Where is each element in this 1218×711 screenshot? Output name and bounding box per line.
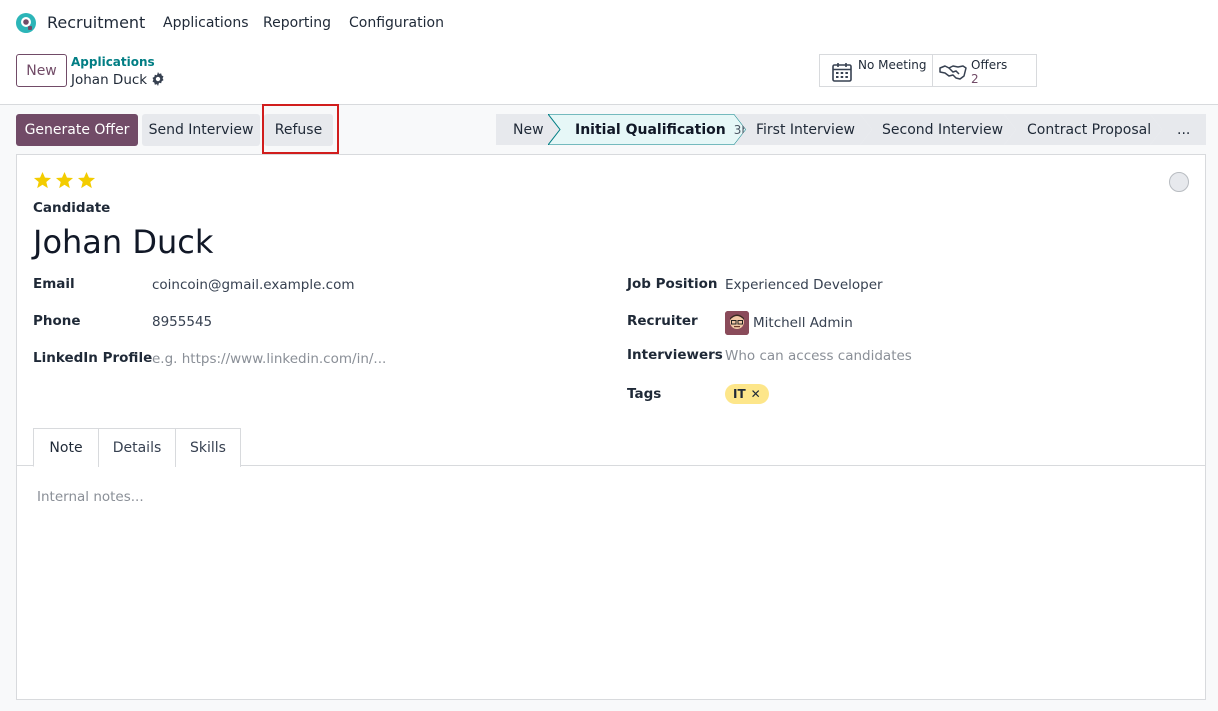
calendar-icon (832, 63, 852, 82)
star-icon[interactable] (77, 171, 96, 190)
stage-more[interactable]: ... (1150, 114, 1206, 145)
job-position-label: Job Position (627, 276, 718, 292)
form-sheet: Candidate Johan Duck Email coincoin@gmai… (16, 154, 1206, 700)
meeting-label: No Meeting (858, 58, 927, 72)
tag-it[interactable]: IT ✕ (725, 384, 769, 404)
phone-label: Phone (33, 313, 81, 329)
interviewers-field[interactable]: Who can access candidates (725, 348, 912, 364)
menu-reporting[interactable]: Reporting (263, 15, 331, 31)
interviewers-label: Interviewers (627, 347, 723, 363)
breadcrumb-applications[interactable]: Applications (71, 55, 155, 69)
offers-smart-button[interactable]: Offers 2 (932, 54, 1037, 87)
tags-label: Tags (627, 386, 662, 402)
new-button[interactable]: New (16, 54, 67, 87)
recruiter-field[interactable]: Mitchell Admin (753, 315, 853, 331)
offers-label: Offers (971, 58, 1008, 72)
tab-details[interactable]: Details (98, 428, 176, 467)
send-interview-button[interactable]: Send Interview (142, 114, 260, 146)
star-icon[interactable] (33, 171, 52, 190)
breadcrumb-current: Johan Duck (71, 72, 148, 88)
notebook-tabs: Note Details Skills (17, 428, 1205, 467)
offers-count: 2 (971, 72, 979, 86)
phone-field[interactable]: 8955545 (152, 314, 212, 330)
stage-first-interview[interactable]: First Interview (734, 114, 874, 145)
star-icon[interactable] (55, 171, 74, 190)
email-field[interactable]: coincoin@gmail.example.com (152, 277, 355, 293)
candidate-name[interactable]: Johan Duck (33, 223, 213, 261)
avatar (725, 311, 749, 335)
linkedin-label: LinkedIn Profile (33, 350, 153, 366)
candidate-label: Candidate (33, 200, 111, 216)
control-panel: New Applications Johan Duck No Meeting O… (0, 46, 1218, 105)
refuse-highlight-box (262, 104, 339, 154)
recruitment-logo-icon[interactable] (15, 12, 37, 34)
stage-contract-proposal[interactable]: Contract Proposal (1004, 114, 1164, 145)
stage-second-interview[interactable]: Second Interview (860, 114, 1018, 145)
gear-icon[interactable] (151, 72, 165, 86)
tab-skills[interactable]: Skills (175, 428, 241, 467)
stage-statusbar: New Initial Qualification 3h First Inter… (496, 114, 1206, 145)
stage-initial-qualification[interactable]: Initial Qualification 3h (548, 114, 749, 145)
menu-applications[interactable]: Applications (163, 15, 249, 31)
app-name[interactable]: Recruitment (47, 13, 145, 32)
email-label: Email (33, 276, 75, 292)
close-icon[interactable]: ✕ (751, 387, 761, 401)
linkedin-field[interactable]: e.g. https://www.linkedin.com/in/... (152, 351, 386, 367)
meeting-smart-button[interactable]: No Meeting (819, 54, 933, 87)
kanban-state-indicator[interactable] (1169, 172, 1189, 192)
top-navbar: Recruitment Applications Reporting Confi… (0, 0, 1218, 46)
generate-offer-button[interactable]: Generate Offer (16, 114, 138, 146)
menu-configuration[interactable]: Configuration (349, 15, 444, 31)
priority-widget (33, 171, 96, 190)
tab-note[interactable]: Note (33, 428, 99, 467)
recruiter-label: Recruiter (627, 313, 698, 329)
handshake-icon (939, 65, 967, 80)
internal-notes-field[interactable]: Internal notes... (37, 489, 144, 505)
job-position-field[interactable]: Experienced Developer (725, 277, 883, 293)
